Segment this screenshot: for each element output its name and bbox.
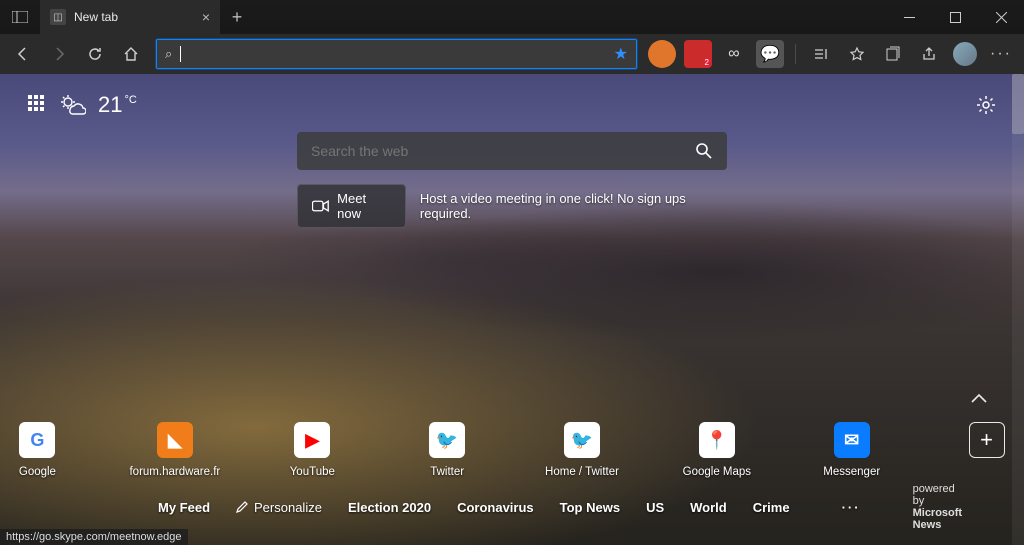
new-tab-page: 21°C Meet now Host a video meeting in on… — [0, 74, 1024, 545]
titlebar: ◫ New tab × + — [0, 0, 1024, 34]
expand-feed-icon[interactable] — [970, 392, 988, 404]
feed-category[interactable]: World — [690, 500, 727, 515]
favorite-star-icon[interactable]: ★ — [614, 44, 628, 64]
weather-widget[interactable]: 21°C — [28, 92, 137, 118]
forward-button[interactable] — [42, 37, 76, 71]
pencil-icon — [236, 501, 248, 513]
tile-label: Messenger — [823, 466, 880, 478]
reading-list-icon[interactable] — [804, 37, 838, 71]
tile-icon: ✉ — [834, 422, 870, 458]
feed-personalize[interactable]: Personalize — [236, 500, 322, 515]
tile-label: YouTube — [290, 466, 335, 478]
page-settings-button[interactable] — [976, 95, 996, 115]
quick-link-tile[interactable]: ✉ Messenger — [814, 422, 889, 478]
tile-icon: G — [19, 422, 55, 458]
web-search-icon[interactable] — [695, 142, 713, 160]
feed-more-icon[interactable]: ··· — [842, 500, 861, 515]
tile-label: Home / Twitter — [545, 466, 619, 478]
toolbar: ⌕ ★ 2 ∞ 💬 ··· — [0, 34, 1024, 74]
window-maximize-button[interactable] — [932, 0, 978, 34]
tile-label: Twitter — [430, 466, 464, 478]
address-input[interactable] — [181, 47, 613, 62]
tab-title: New tab — [74, 10, 194, 24]
tile-icon: 🐦 — [564, 422, 600, 458]
tab-favicon: ◫ — [50, 9, 66, 25]
meet-now-description: Host a video meeting in one click! No si… — [420, 191, 727, 221]
meet-now-label: Meet now — [337, 191, 391, 221]
tile-label: forum.hardware.fr — [129, 466, 220, 478]
apps-grid-icon[interactable] — [28, 95, 48, 115]
feed-category[interactable]: US — [646, 500, 664, 515]
extension-icon-1[interactable] — [648, 40, 676, 68]
plus-icon: + — [969, 422, 1005, 458]
quick-link-tile[interactable]: ▶ YouTube — [275, 422, 350, 478]
favorites-icon[interactable] — [840, 37, 874, 71]
weather-icon — [60, 94, 86, 116]
meet-now-button[interactable]: Meet now — [297, 184, 406, 228]
add-quick-link-button[interactable]: + — [949, 422, 1024, 478]
tile-icon: ◣ — [157, 422, 193, 458]
tile-icon: ▶ — [294, 422, 330, 458]
quick-link-tile[interactable]: ◣forum.hardware.fr — [135, 422, 215, 478]
quick-link-tile[interactable]: G Google — [0, 422, 75, 478]
feed-bar: My Feed Personalize Election 2020 Coronav… — [0, 483, 1024, 531]
window-minimize-button[interactable] — [886, 0, 932, 34]
extension-icon-4[interactable]: 💬 — [756, 40, 784, 68]
weather-temperature: 21°C — [98, 92, 137, 118]
feed-category[interactable]: Election 2020 — [348, 500, 431, 515]
menu-button[interactable]: ··· — [984, 37, 1018, 71]
feed-category[interactable]: Crime — [753, 500, 790, 515]
extension-icon-3[interactable]: ∞ — [720, 40, 748, 68]
extension-icon-2[interactable]: 2 — [684, 40, 712, 68]
powered-by-label: powered by Microsoft News — [913, 483, 963, 531]
tile-icon: 📍 — [699, 422, 735, 458]
feed-category[interactable]: Coronavirus — [457, 500, 534, 515]
new-tab-button[interactable]: + — [220, 0, 254, 34]
feed-category[interactable]: Top News — [560, 500, 620, 515]
quick-link-tile[interactable]: 🐦 Home / Twitter — [545, 422, 620, 478]
window-close-button[interactable] — [978, 0, 1024, 34]
tile-label: Google — [19, 466, 56, 478]
feed-myfeed[interactable]: My Feed — [158, 500, 210, 515]
back-button[interactable] — [6, 37, 40, 71]
home-button[interactable] — [114, 37, 148, 71]
profile-avatar[interactable] — [948, 37, 982, 71]
address-bar[interactable]: ⌕ ★ — [156, 39, 637, 69]
search-icon: ⌕ — [165, 46, 172, 62]
quick-link-tile[interactable]: 🐦 Twitter — [410, 422, 485, 478]
quick-links: GGoogle◣forum.hardware.fr▶YouTube🐦Twitte… — [0, 422, 1024, 478]
collections-icon[interactable] — [876, 37, 910, 71]
web-search-box[interactable] — [297, 132, 727, 170]
tab-close-icon[interactable]: × — [202, 9, 210, 25]
browser-tab[interactable]: ◫ New tab × — [40, 0, 220, 34]
web-search-input[interactable] — [311, 143, 695, 159]
refresh-button[interactable] — [78, 37, 112, 71]
tile-icon: 🐦 — [429, 422, 465, 458]
status-bar: https://go.skype.com/meetnow.edge — [0, 529, 188, 545]
quick-link-tile[interactable]: 📍 Google Maps — [679, 422, 754, 478]
tile-label: Google Maps — [683, 466, 751, 478]
toolbar-separator — [795, 44, 796, 64]
share-icon[interactable] — [912, 37, 946, 71]
video-icon — [312, 199, 329, 213]
tab-actions-icon[interactable] — [0, 0, 40, 34]
